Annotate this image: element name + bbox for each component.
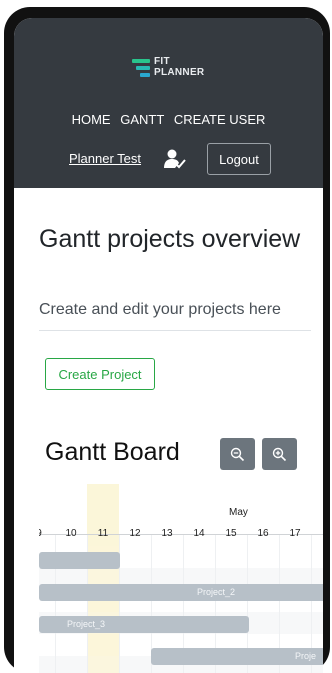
day-label: 16 [257, 528, 269, 539]
divider [39, 330, 311, 331]
user-check-icon [164, 149, 186, 169]
gantt-bar-project-4[interactable]: Proje [151, 648, 323, 665]
bar-label: Project_2 [197, 587, 236, 597]
month-label: May [229, 507, 248, 518]
logo-stripe [136, 66, 150, 70]
bar-label: Proje [295, 651, 317, 661]
top-navbar: FIT PLANNER HOME GANTT CREATE USER Plann… [14, 18, 323, 188]
logout-button[interactable]: Logout [207, 143, 271, 175]
logo-stripe [132, 59, 150, 63]
fit-planner-logo[interactable]: FIT PLANNER [132, 55, 222, 85]
create-project-button[interactable]: Create Project [45, 358, 155, 390]
zoom-out-icon [230, 447, 245, 462]
nav-gantt[interactable]: GANTT [120, 112, 164, 127]
gantt-bar-project-3[interactable]: Project_3 [39, 616, 249, 633]
gantt-board-title: Gantt Board [45, 438, 180, 466]
bar-label: Project_3 [67, 619, 106, 629]
nav-home[interactable]: HOME [72, 112, 111, 127]
logo-stripe [140, 73, 150, 77]
main-nav: HOME GANTT CREATE USER [14, 112, 323, 127]
logo-text: FIT PLANNER [154, 56, 204, 78]
phone-frame: FIT PLANNER HOME GANTT CREATE USER Plann… [4, 7, 330, 673]
zoom-out-button[interactable] [220, 438, 255, 470]
day-label: 17 [289, 528, 301, 539]
day-label: 9 [39, 528, 51, 539]
day-label: 13 [161, 528, 173, 539]
gantt-chart[interactable]: May 9 10 11 12 13 14 15 16 17 Project_2 … [39, 484, 323, 673]
day-label: 11 [97, 528, 109, 539]
username-link[interactable]: Planner Test [69, 151, 141, 166]
page-subtitle: Create and edit your projects here [39, 301, 281, 318]
page-title: Gantt projects overview [39, 225, 301, 253]
app-screen: FIT PLANNER HOME GANTT CREATE USER Plann… [14, 18, 323, 673]
day-label: 12 [129, 528, 141, 539]
logo-line-2: PLANNER [154, 67, 205, 78]
day-label: 10 [65, 528, 77, 539]
zoom-in-button[interactable] [262, 438, 297, 470]
day-label: 14 [193, 528, 205, 539]
gantt-bar-project-2[interactable]: Project_2 [39, 584, 323, 601]
logo-line-1: FIT [154, 56, 170, 67]
gantt-bar-project-1[interactable] [39, 552, 120, 569]
day-label: 15 [225, 528, 237, 539]
nav-create-user[interactable]: CREATE USER [174, 112, 266, 127]
zoom-in-icon [272, 447, 287, 462]
user-row: Planner Test Logout [14, 142, 323, 176]
